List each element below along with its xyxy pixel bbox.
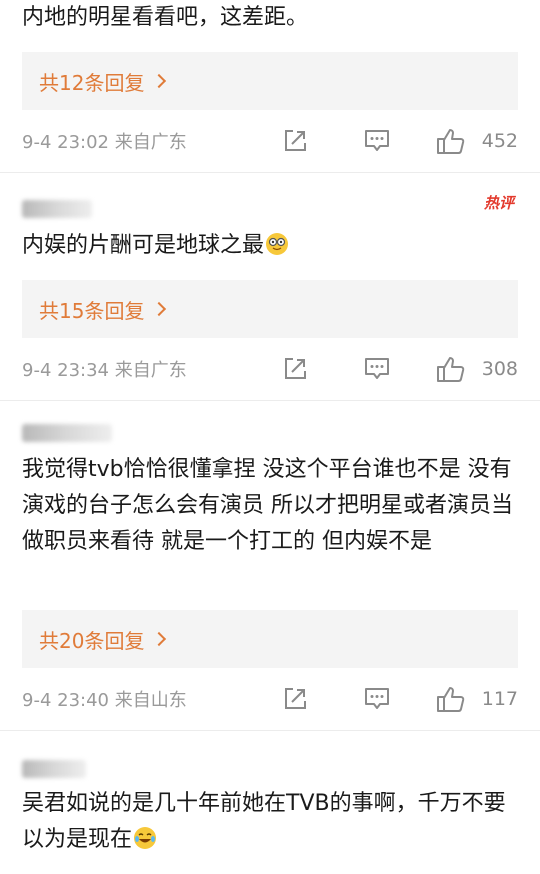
replies-count-label: 共20条回复	[39, 628, 145, 653]
username-blurred	[22, 760, 86, 778]
like-count: 452	[481, 130, 518, 152]
like-count: 117	[481, 688, 518, 710]
chevron-right-icon	[152, 73, 167, 89]
chevron-right-icon	[152, 631, 167, 647]
comment-2-meta: 9-4 23:34 来自广东 308	[22, 352, 518, 386]
comment-3-text: 我觉得tvb恰恰很懂拿捏 没这个平台谁也不是 没有演戏的台子怎么会有演员 所以才…	[22, 457, 513, 554]
comment-4-body: 吴君如说的是几十年前她在TVB的事啊，千万不要以为是现在	[22, 791, 506, 852]
comment-1-replies-link[interactable]: 共12条回复	[22, 52, 518, 110]
comment-1-text: 内地的明星看看吧，这差距。	[22, 5, 309, 30]
replies-count-label: 共12条回复	[39, 70, 145, 95]
comment-2-body: 内娱的片酬可是地球之最	[22, 233, 265, 258]
comment-3-meta: 9-4 23:40 来自山东 117	[22, 682, 518, 716]
username-blurred	[22, 424, 112, 442]
comment-3-replies-link[interactable]: 共20条回复	[22, 610, 518, 668]
divider	[0, 400, 540, 401]
comment-icon[interactable]	[362, 354, 392, 384]
share-icon[interactable]	[280, 126, 310, 156]
username-blurred	[22, 200, 92, 218]
comment-2-text: 内娱的片酬可是地球之最	[22, 230, 522, 262]
hot-comment-badge: 热评	[484, 192, 514, 213]
replies-count-label: 共15条回复	[39, 298, 145, 323]
chevron-right-icon	[152, 301, 167, 317]
comment-time: 9-4 23:40 来自山东	[22, 690, 187, 711]
comment-4-text: 吴君如说的是几十年前她在TVB的事啊，千万不要以为是现在	[22, 786, 522, 858]
comment-time: 9-4 23:02 来自广东	[22, 132, 187, 153]
comment-icon[interactable]	[362, 684, 392, 714]
comment-icon[interactable]	[362, 126, 392, 156]
comment-2-replies-link[interactable]: 共15条回复	[22, 280, 518, 338]
thumbs-up-icon[interactable]	[436, 354, 466, 384]
share-icon[interactable]	[280, 354, 310, 384]
comment-1-meta: 9-4 23:02 来自广东 452	[22, 124, 518, 158]
hot-badge-label: 热评	[484, 194, 515, 212]
comment-time: 9-4 23:34 来自广东	[22, 360, 187, 381]
divider	[0, 730, 540, 731]
nerd-face-emoji	[266, 233, 289, 255]
like-count: 308	[481, 358, 518, 380]
divider	[0, 172, 540, 173]
thumbs-up-icon[interactable]	[436, 684, 466, 714]
thumbs-up-icon[interactable]	[436, 126, 466, 156]
laughing-tears-emoji	[134, 827, 157, 849]
share-icon[interactable]	[280, 684, 310, 714]
